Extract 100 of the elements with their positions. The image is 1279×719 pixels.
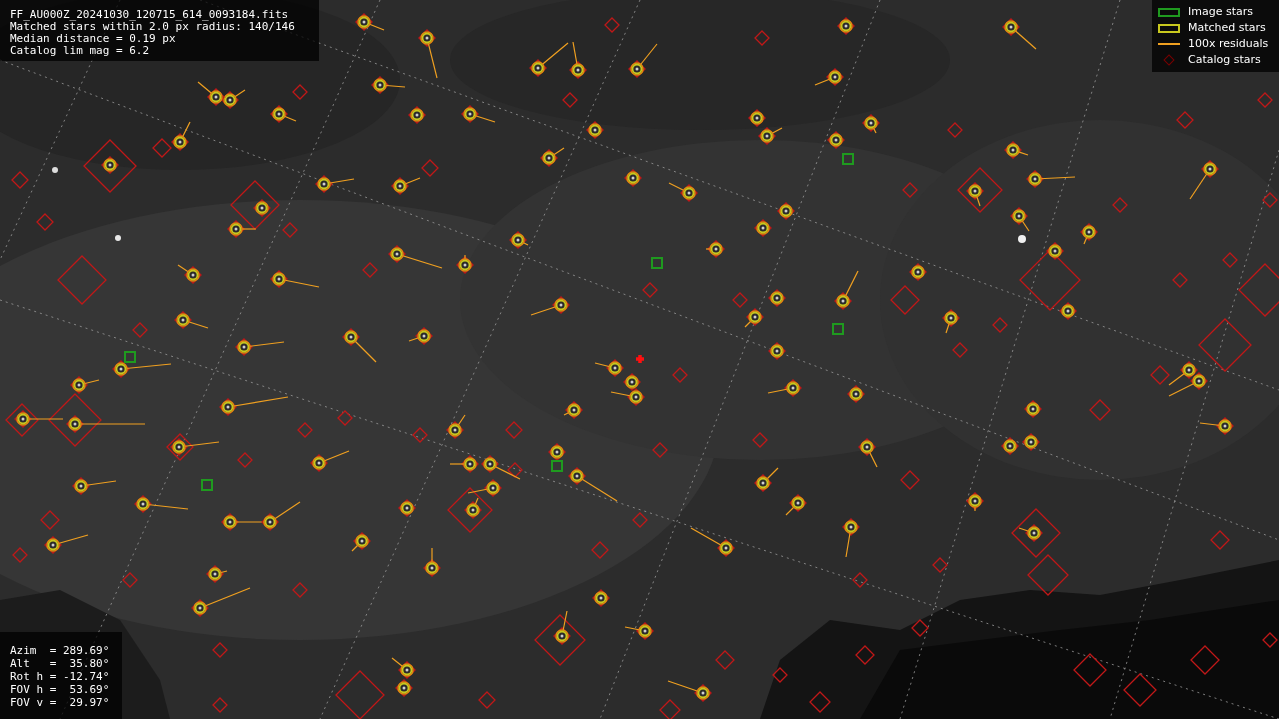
pointing-text: FOV h = 53.69°: [10, 683, 111, 696]
matched-star-marker: [847, 385, 865, 403]
matched-star-marker: [548, 443, 566, 461]
catalog-star-marker: [1198, 318, 1252, 372]
matched-star-marker: [197, 81, 225, 106]
matched-star-marker: [768, 289, 786, 307]
matched-star-marker: [391, 177, 421, 195]
catalog-star-marker: [505, 421, 523, 439]
catalog-star-marker: [855, 645, 875, 665]
matched-star-marker: [253, 199, 271, 217]
matched-star-marker: [592, 589, 610, 607]
catalog-star-marker: [1011, 508, 1061, 558]
catalog-star-marker: [212, 642, 228, 658]
catalog-star-marker: [335, 670, 385, 719]
matched-star-marker: [112, 360, 172, 378]
catalog-star-marker: [852, 572, 868, 588]
matched-star-marker: [563, 401, 583, 419]
matched-star-marker: [690, 527, 735, 557]
matched-star-marker: [834, 270, 859, 310]
catalog-star-marker: [282, 222, 298, 238]
matched-star-marker: [177, 264, 202, 284]
catalog-star-marker: [1019, 249, 1081, 311]
matched-star-marker: [1168, 372, 1208, 397]
catalog-star-marker: [591, 541, 609, 559]
catalog-star-marker: [507, 462, 523, 478]
catalog-star-marker: [1150, 365, 1170, 385]
catalog-star-marker: [292, 84, 308, 100]
catalog-star-marker: [48, 393, 102, 447]
catalog-star-marker: [604, 17, 620, 33]
catalog-star-marker: [132, 322, 148, 338]
matched-star-marker: [101, 156, 119, 174]
catalog-star-marker: [122, 572, 138, 588]
matched-star-marker: [667, 680, 712, 702]
matched-star-marker: [342, 328, 377, 363]
matched-star-marker: [862, 114, 880, 134]
catalog-star-marker: [900, 470, 920, 490]
matched-star-marker: [423, 547, 441, 577]
matched-star-marker: [235, 338, 285, 356]
catalog-star-marker: [40, 510, 60, 530]
matched-star-marker: [270, 105, 297, 123]
matched-star-marker: [171, 121, 191, 151]
matched-star-marker: [270, 270, 320, 288]
matched-star-marker: [1199, 417, 1234, 435]
catalog-star-marker: [911, 619, 929, 637]
matched-star-marker: [1018, 524, 1043, 542]
pointing-text: Alt = 35.80°: [10, 657, 111, 670]
catalog-star-marker: [632, 512, 648, 528]
matched-star-marker: [174, 311, 209, 329]
matched-star-marker: [748, 109, 766, 127]
matched-star-marker: [310, 450, 350, 472]
matched-star-marker: [837, 17, 855, 35]
catalog-star-marker: [1176, 111, 1194, 129]
matched-star-marker: [351, 532, 371, 552]
catalog-star-marker: [534, 614, 586, 666]
matched-star-marker: [398, 499, 416, 517]
matched-star-marker: [966, 182, 984, 207]
catalog-star-marker: [83, 139, 137, 193]
matched-star-marker: [391, 657, 416, 679]
catalog-star-marker: [732, 292, 748, 308]
legend-label: Matched stars: [1188, 19, 1266, 36]
matched-star-marker: [624, 622, 654, 640]
matched-star-marker: [754, 467, 779, 492]
catalog-star-marker: [57, 255, 107, 305]
catalog-star-marker: [659, 699, 681, 719]
matched-star-marker: [355, 13, 385, 31]
catalog-star-marker: [957, 167, 1003, 213]
catalog-star-marker: [952, 342, 968, 358]
matched-star-marker: [568, 467, 618, 502]
catalog-star-marker: [337, 410, 353, 426]
matched-star-marker: [388, 245, 443, 269]
matched-star-marker: [1002, 18, 1037, 50]
matched-star-marker: [44, 534, 89, 554]
catalog-star-marker: [890, 285, 920, 315]
catalog-star-marker: [652, 442, 668, 458]
matched-star-marker: [1046, 242, 1064, 260]
catalog-star-marker: [562, 92, 578, 108]
info-text: Catalog lim mag = 6.2: [10, 45, 151, 57]
matched-star-marker: [768, 342, 786, 360]
matched-star-marker: [72, 477, 117, 495]
matched-star-marker: [221, 89, 246, 109]
matched-star-marker: [814, 68, 844, 86]
catalog-star-marker: [1123, 673, 1157, 707]
matched-star-marker: [315, 175, 355, 193]
catalog-star-marker: [11, 171, 29, 189]
matched-star-marker: [481, 455, 521, 480]
matched-star-marker: [1022, 433, 1040, 451]
matched-star-marker: [586, 121, 604, 139]
catalog-star-marker: [1027, 554, 1069, 596]
matched-star-marker: [191, 587, 251, 617]
center-cross-icon: [634, 353, 646, 365]
matched-star-marker: [966, 492, 984, 512]
matched-star-marker: [942, 309, 960, 334]
catalog-star-marker: [754, 30, 770, 46]
catalog-star-marker: [166, 433, 194, 461]
matched-star-marker: [540, 147, 565, 167]
catalog-star-marker: [752, 432, 768, 448]
matched-star-marker: [777, 202, 795, 220]
catalog-star-marker: [1190, 645, 1220, 675]
catalog-star-marker: [297, 422, 313, 438]
legend-label: Catalog stars: [1188, 51, 1261, 68]
